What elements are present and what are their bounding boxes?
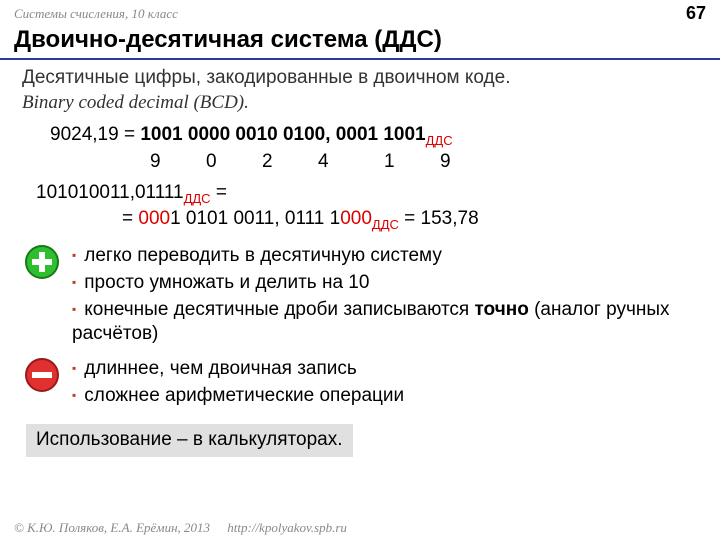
digit: 9 — [150, 150, 206, 175]
course-label: Системы счисления, 10 класс — [14, 6, 178, 22]
example1-digits: 902419 — [150, 150, 698, 175]
bold-word: точно — [475, 299, 529, 320]
page-title: Двоично-десятичная система (ДДС) — [0, 24, 720, 60]
example1-lhs: 9024,19 = — [50, 124, 140, 145]
example1-row: 9024,19 = 1001 0000 0010 0100, 0001 1001… — [50, 123, 698, 150]
header-strip: Системы счисления, 10 класс 67 — [0, 0, 720, 24]
digit: 0 — [206, 150, 262, 175]
content-area: Десятичные цифры, закодированные в двоич… — [0, 60, 720, 457]
footer: © К.Ю. Поляков, Е.А. Ерёмин, 2013 http:/… — [14, 520, 347, 536]
digit: 4 — [318, 150, 384, 175]
example2-result: = 153,78 — [399, 208, 479, 229]
copyright: © К.Ю. Поляков, Е.А. Ерёмин, 2013 — [14, 520, 210, 535]
digit: 9 — [440, 150, 451, 175]
minus-icon — [24, 357, 60, 393]
example2-line2: = 0001 0101 0011, 0111 1000ДДС = 153,78 — [122, 207, 698, 234]
example1-subscript: ДДС — [426, 133, 453, 148]
cons-block: длиннее, чем двоичная запись сложнее ари… — [22, 357, 698, 410]
list-item: конечные десятичные дроби записываются т… — [72, 298, 698, 347]
example2-value: 101010011,01111 — [36, 182, 184, 203]
digit: 1 — [384, 150, 440, 175]
intro-text-1: Десятичные цифры, закодированные в двоич… — [22, 66, 698, 91]
example2-pad-right: 000 — [340, 208, 372, 229]
list-item: легко переводить в десятичную систему — [72, 244, 698, 269]
example2-eq: = — [211, 182, 227, 203]
digit: 2 — [262, 150, 318, 175]
list-item: длиннее, чем двоичная запись — [72, 357, 698, 382]
example2-subscript-2: ДДС — [372, 217, 399, 232]
example2-body: 1 0101 0011, 0111 1 — [170, 208, 340, 229]
intro-text-2: Binary coded decimal (BCD). — [22, 91, 698, 116]
usage-note: Использование – в калькуляторах. — [26, 424, 353, 457]
footer-url: http://kpolyakov.spb.ru — [227, 520, 347, 535]
example2-subscript: ДДС — [184, 191, 211, 206]
example2-eq2: = — [122, 208, 138, 229]
list-item: сложнее арифметические операции — [72, 384, 698, 409]
example2-line1: 101010011,01111ДДС = — [36, 181, 698, 208]
pros-block: легко переводить в десятичную систему пр… — [22, 244, 698, 349]
example2-pad-left: 000 — [138, 208, 170, 229]
pros-list: легко переводить в десятичную систему пр… — [72, 244, 698, 347]
list-item: просто умножать и делить на 10 — [72, 271, 698, 296]
plus-icon — [24, 244, 60, 280]
example1-rhs: 1001 0000 0010 0100, 0001 1001 — [140, 124, 425, 145]
cons-list: длиннее, чем двоичная запись сложнее ари… — [72, 357, 698, 408]
page-number: 67 — [686, 3, 706, 24]
